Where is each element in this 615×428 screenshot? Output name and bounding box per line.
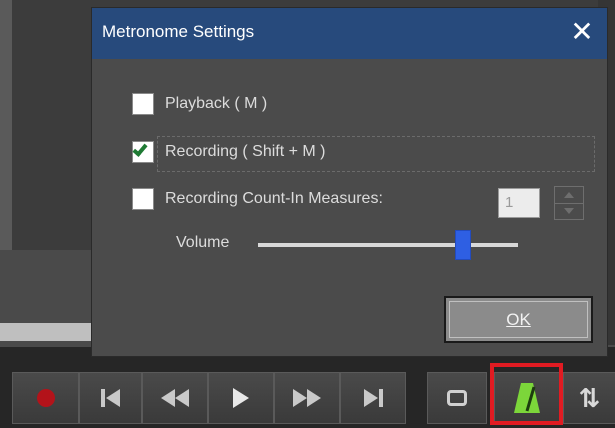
play-button[interactable] xyxy=(208,372,274,424)
background-scrollbar[interactable] xyxy=(0,323,95,341)
spinner-up-button[interactable] xyxy=(555,187,583,204)
volume-label: Volume xyxy=(176,234,230,251)
countin-checkbox[interactable] xyxy=(132,188,154,210)
fast-forward-icon xyxy=(293,389,321,407)
metronome-settings-dialog: Metronome Settings ✕ Playback ( M ) Reco… xyxy=(92,8,607,356)
playback-checkbox[interactable] xyxy=(132,93,154,115)
playback-label: Playback ( M ) xyxy=(165,95,268,112)
checkmark-icon xyxy=(132,141,148,157)
dialog-titlebar: Metronome Settings ✕ xyxy=(92,8,607,59)
close-icon: ✕ xyxy=(570,16,594,47)
playback-option[interactable]: Playback ( M ) xyxy=(132,92,267,116)
countin-spinner xyxy=(554,186,584,220)
chevron-down-icon xyxy=(564,208,574,214)
loop-icon xyxy=(447,390,467,406)
close-button[interactable]: ✕ xyxy=(567,18,597,48)
ok-button[interactable]: OK xyxy=(444,296,593,343)
rewind-icon xyxy=(161,389,189,407)
go-to-start-icon xyxy=(101,389,120,407)
sync-button[interactable]: ⇅ xyxy=(563,372,615,424)
metronome-highlight xyxy=(490,363,563,425)
sync-icon: ⇅ xyxy=(578,383,601,413)
play-icon xyxy=(233,388,249,408)
ok-label: OK xyxy=(506,309,531,329)
rewind-button[interactable] xyxy=(142,372,208,424)
recording-label: Recording ( Shift + M ) xyxy=(165,143,326,160)
recording-option[interactable]: Recording ( Shift + M ) xyxy=(132,140,326,164)
dialog-title: Metronome Settings xyxy=(102,22,255,41)
volume-slider-thumb[interactable] xyxy=(455,230,472,260)
countin-measures-input[interactable]: 1 xyxy=(498,188,540,218)
go-to-start-button[interactable] xyxy=(79,372,142,424)
loop-button[interactable] xyxy=(427,372,487,424)
volume-slider-track[interactable] xyxy=(258,243,518,247)
recording-checkbox[interactable] xyxy=(132,141,154,163)
spinner-down-button[interactable] xyxy=(555,203,583,219)
go-to-end-icon xyxy=(363,389,383,407)
chevron-up-icon xyxy=(564,192,574,198)
countin-option[interactable]: Recording Count-In Measures: xyxy=(132,187,383,211)
countin-label: Recording Count-In Measures: xyxy=(165,190,383,207)
fast-forward-button[interactable] xyxy=(274,372,340,424)
go-to-end-button[interactable] xyxy=(340,372,406,424)
record-icon xyxy=(36,389,55,407)
record-button[interactable] xyxy=(12,372,79,424)
